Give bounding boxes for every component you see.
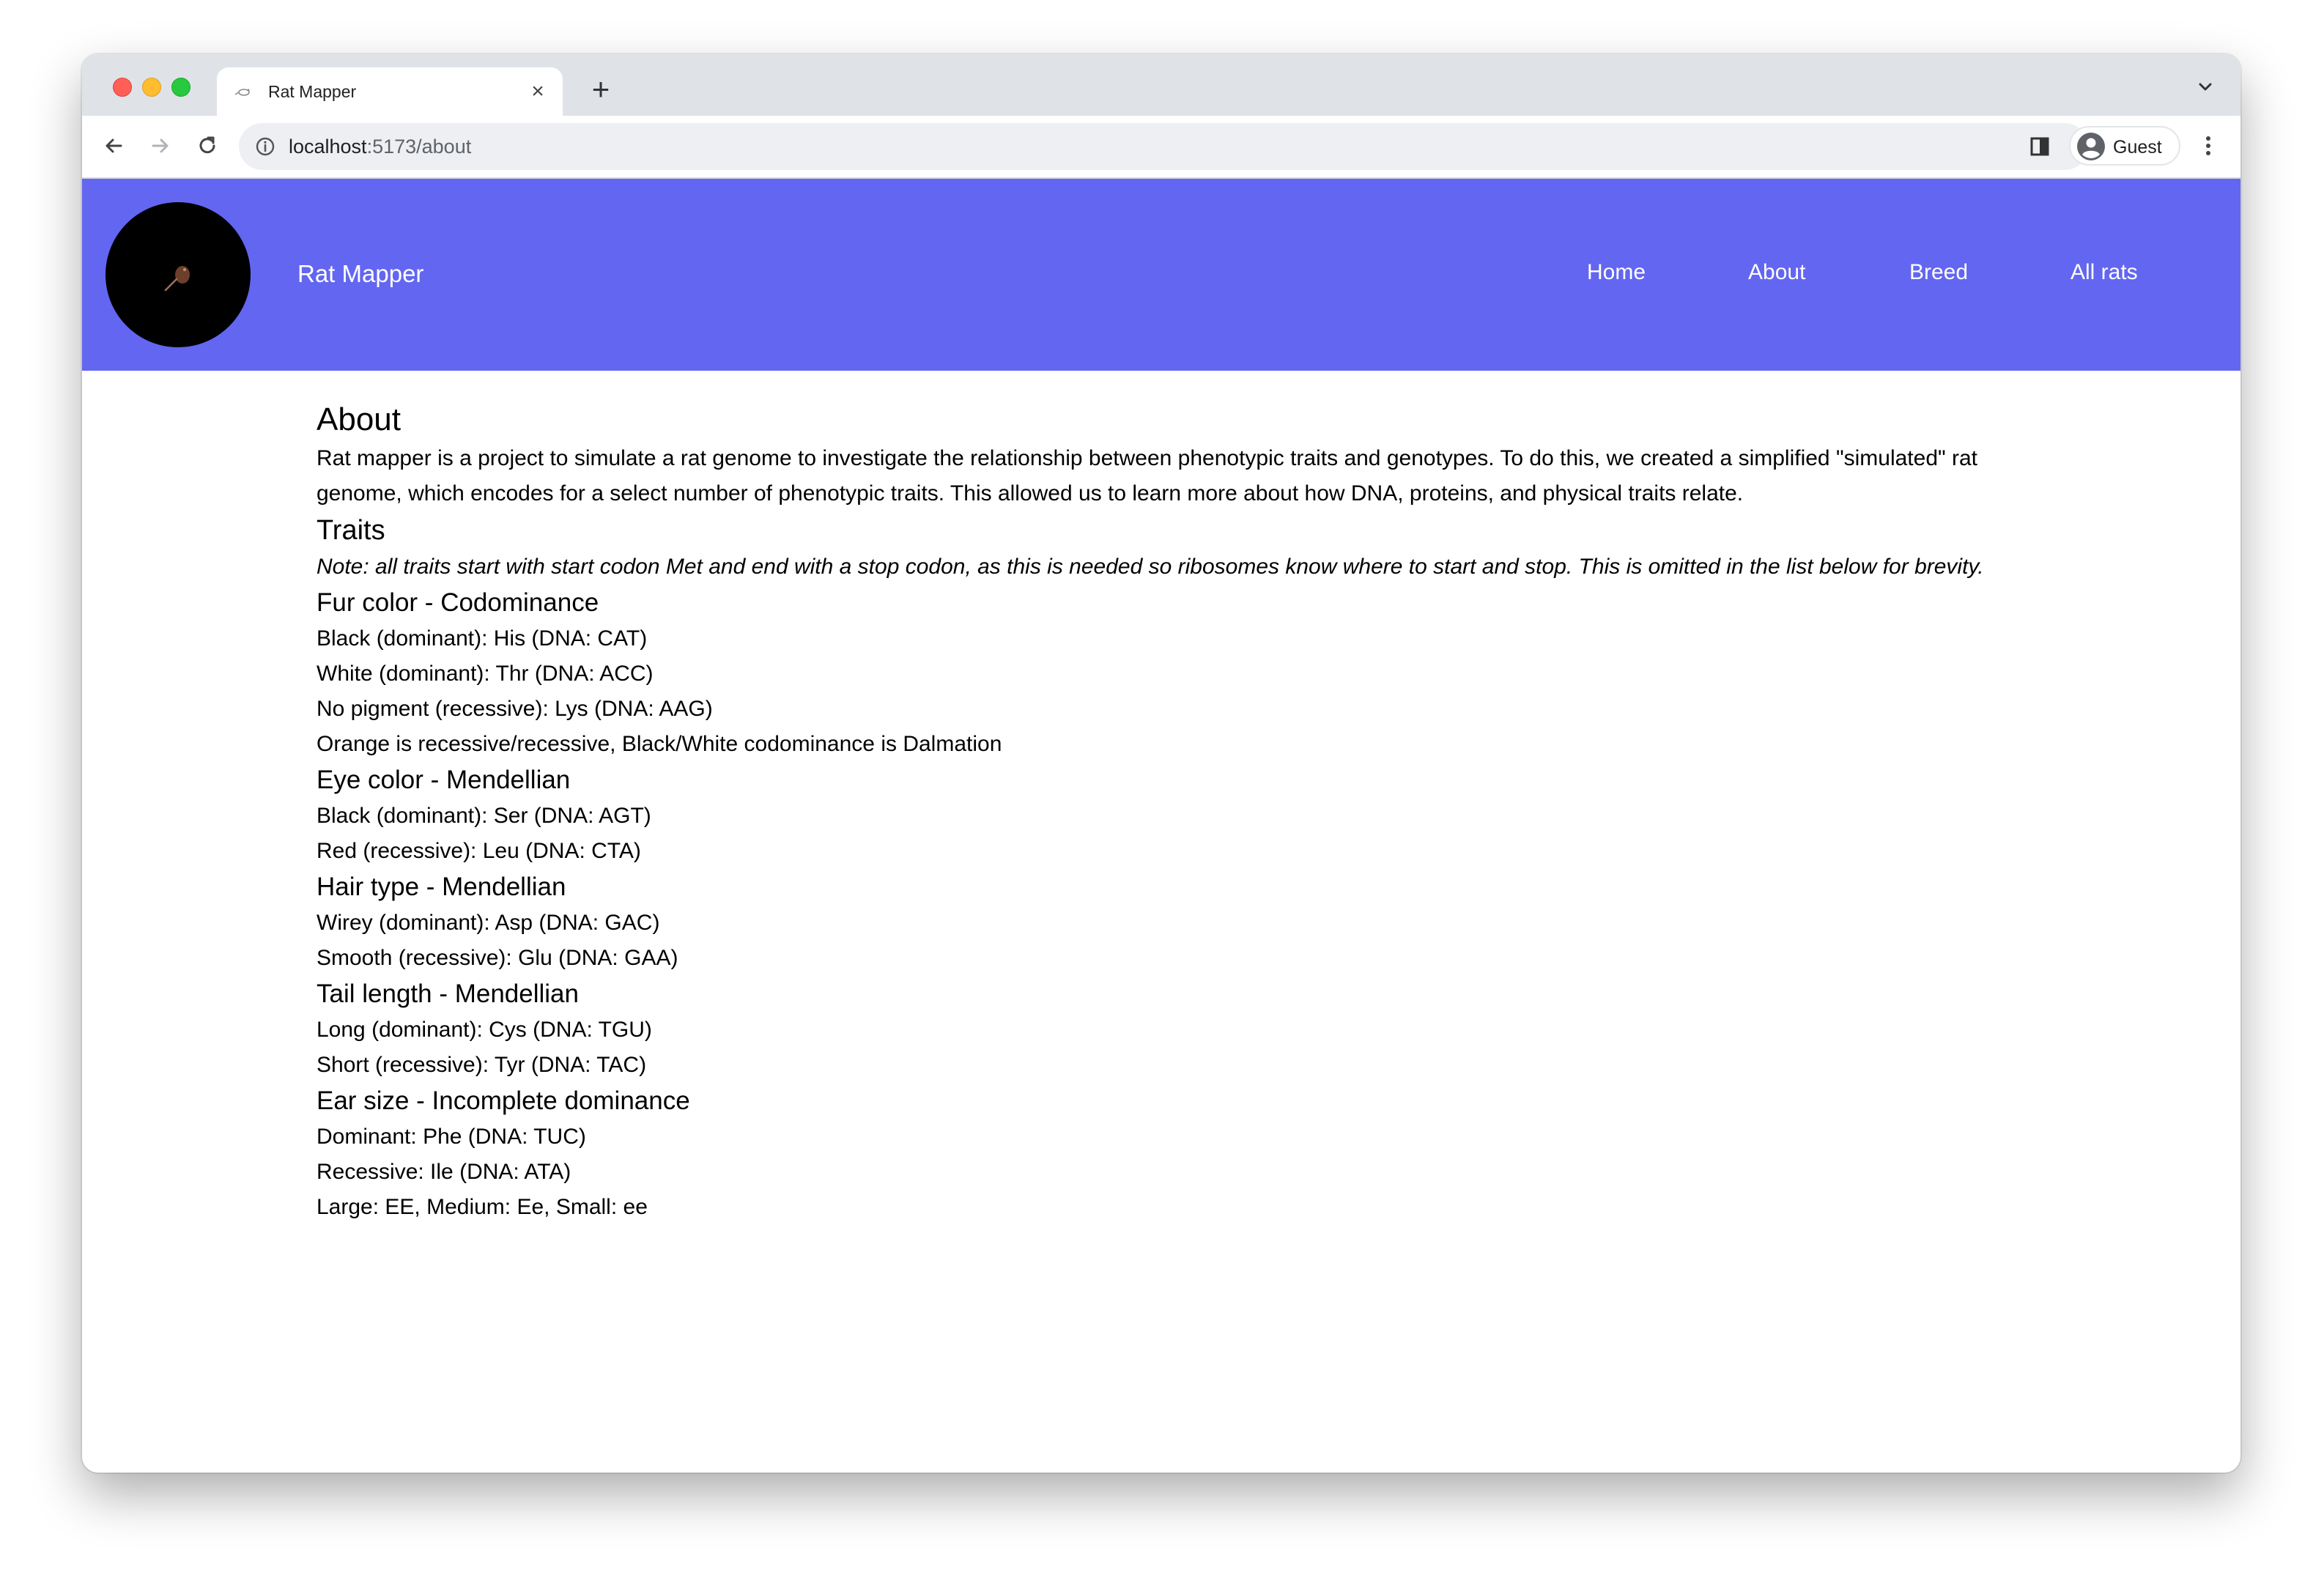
url-path: :5173/about (366, 136, 472, 158)
trait-line: Black (dominant): His (DNA: CAT) (317, 626, 648, 651)
trait-line: Dominant: Phe (DNA: TUC) (317, 1125, 586, 1149)
trait-heading-fur-color: Fur color - Codominance (317, 588, 599, 617)
tab-title: Rat Mapper (268, 82, 357, 101)
rat-favicon-icon (234, 84, 252, 100)
site-info-icon[interactable] (255, 136, 275, 160)
browser-window: Rat Mapper × + localhost:5173/about Gues… (82, 54, 2240, 1473)
traits-note: Note: all traits start with start codon … (317, 555, 1984, 579)
trait-heading-tail-length: Tail length - Mendellian (317, 980, 579, 1008)
trait-line: Smooth (recessive): Glu (DNA: GAA) (317, 946, 678, 970)
browser-toolbar: localhost:5173/about Guest (82, 116, 2240, 179)
url-host: localhost (289, 136, 367, 158)
nav-breed[interactable]: Breed (1909, 260, 1968, 285)
nav-all-rats[interactable]: All rats (2070, 260, 2138, 285)
trait-line: Orange is recessive/recessive, Black/Whi… (317, 732, 1002, 756)
trait-line: Long (dominant): Cys (DNA: TGU) (317, 1018, 652, 1042)
rat-logo[interactable] (106, 202, 251, 347)
profile-label: Guest (2113, 137, 2162, 158)
page-title: About (317, 401, 401, 437)
address-bar[interactable]: localhost:5173/about (239, 123, 2088, 170)
trait-heading-eye-color: Eye color - Mendellian (317, 766, 571, 794)
side-panel-icon[interactable] (2021, 127, 2057, 164)
maximize-window-button[interactable] (171, 78, 190, 97)
nav-home[interactable]: Home (1587, 260, 1646, 285)
tab-rat-mapper[interactable]: Rat Mapper × (217, 67, 563, 116)
tab-strip: Rat Mapper × + (82, 54, 2240, 116)
trait-line: Wirey (dominant): Asp (DNA: GAC) (317, 911, 660, 935)
trait-line: No pigment (recessive): Lys (DNA: AAG) (317, 697, 713, 721)
trait-line: Large: EE, Medium: Ee, Small: ee (317, 1195, 648, 1219)
profile-button[interactable]: Guest (2069, 126, 2180, 166)
trait-heading-ear-size: Ear size - Incomplete dominance (317, 1086, 690, 1115)
tab-search-chevron-icon[interactable] (2191, 72, 2220, 101)
brand-title[interactable]: Rat Mapper (297, 260, 423, 288)
trait-line: Black (dominant): Ser (DNA: AGT) (317, 804, 651, 828)
new-tab-button[interactable]: + (582, 70, 620, 108)
minimize-window-button[interactable] (142, 78, 161, 97)
more-menu-icon[interactable] (2194, 127, 2223, 164)
about-content: About Rat mapper is a project to simulat… (317, 399, 1987, 1225)
nav-about[interactable]: About (1748, 260, 1805, 285)
tab-close-icon[interactable]: × (523, 77, 552, 106)
trait-line: Recessive: Ile (DNA: ATA) (317, 1160, 571, 1184)
trait-line: Short (recessive): Tyr (DNA: TAC) (317, 1053, 647, 1077)
forward-arrow-icon[interactable] (142, 127, 179, 164)
close-window-button[interactable] (113, 78, 132, 97)
reload-icon[interactable] (189, 127, 226, 164)
trait-heading-hair-type: Hair type - Mendellian (317, 873, 566, 901)
trait-line: White (dominant): Thr (DNA: ACC) (317, 662, 654, 686)
traits-heading: Traits (317, 515, 385, 546)
url-text: localhost:5173/about (289, 136, 471, 158)
avatar-icon (2076, 132, 2106, 165)
trait-line: Red (recessive): Leu (DNA: CTA) (317, 839, 641, 863)
intro-paragraph: Rat mapper is a project to simulate a ra… (317, 446, 1977, 506)
back-arrow-icon[interactable] (95, 127, 132, 164)
app-header: Rat Mapper Home About Breed All rats (82, 179, 2240, 371)
